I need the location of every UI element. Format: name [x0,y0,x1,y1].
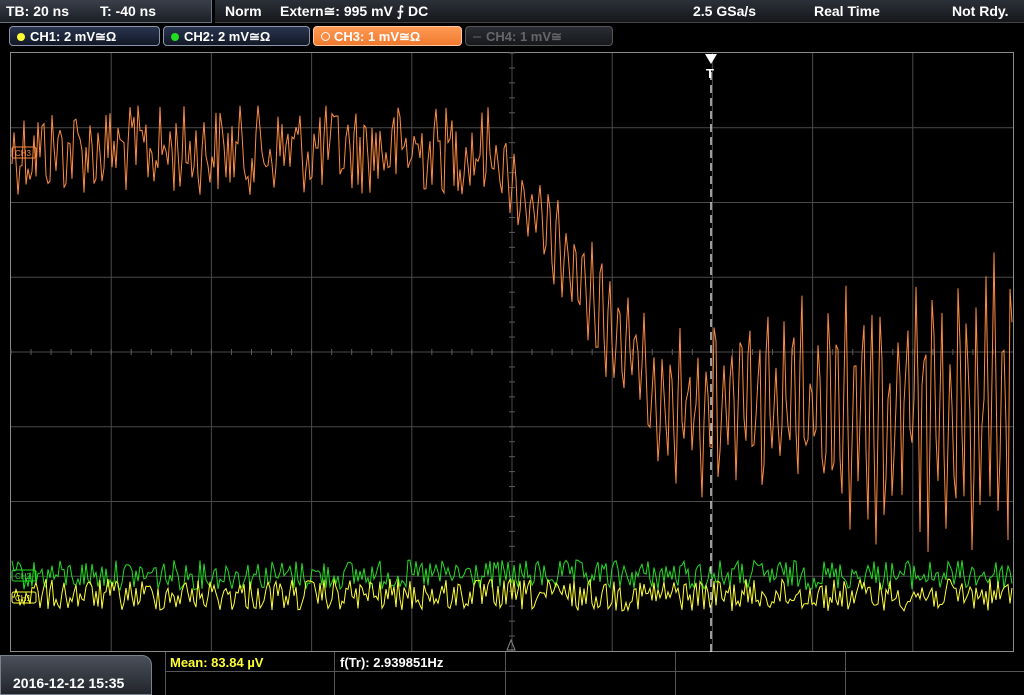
measurement-divider [505,652,506,695]
timestamp-panel: 2016-12-12 15:35 [0,655,152,695]
channel-2-offset-label: CH2 [15,572,32,581]
measurement-divider [845,652,846,695]
measurement-divider [334,652,335,695]
trigger-position-icon [506,638,516,651]
waveform-canvas: T CH3 CH2 CH1 [10,52,1013,652]
measurement-divider [165,671,1024,672]
measurement-divider [675,652,676,695]
measurement-panel[interactable] [160,652,1024,695]
frequency-measurement[interactable]: f(Tr): 2.939851Hz [340,655,443,670]
trigger-arrow-icon[interactable] [705,54,717,64]
channel-3-offset-label: CH3 [15,149,32,158]
trigger-marker-label: T [706,66,714,81]
channel-1-offset-label: CH1 [15,594,32,603]
timestamp: 2016-12-12 15:35 [13,675,125,691]
mean-measurement[interactable]: Mean: 83.84 µV [170,655,263,670]
measurement-divider [165,652,166,695]
